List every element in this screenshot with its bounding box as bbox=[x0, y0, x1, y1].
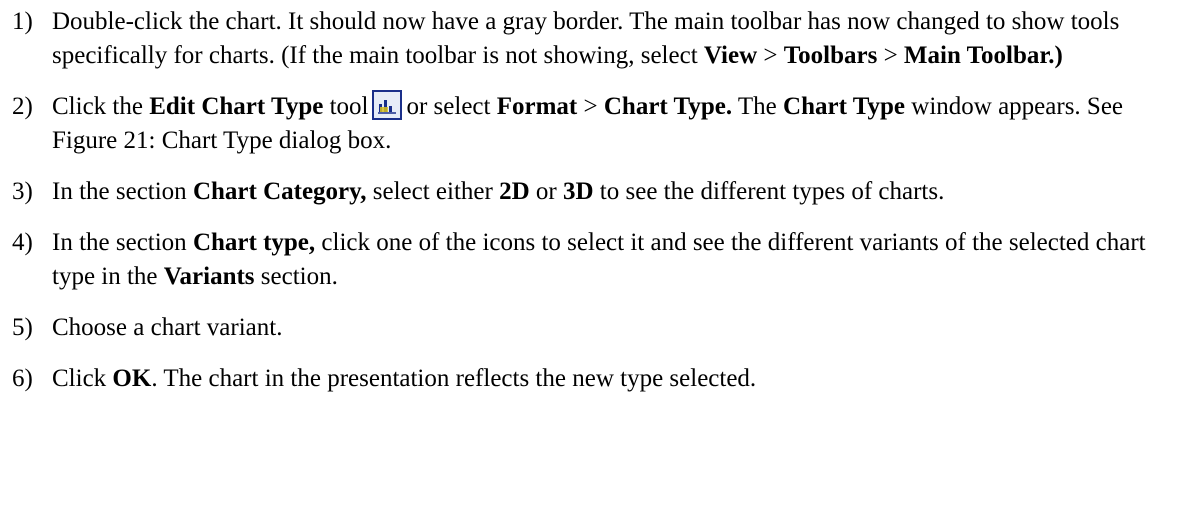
step-item: 6) Click OK. The chart in the presentatio… bbox=[12, 362, 1181, 396]
step-item: 4) In the section Chart type, click one o… bbox=[12, 226, 1181, 294]
ui-term: Main Toolbar.) bbox=[903, 42, 1063, 69]
text-run: > bbox=[577, 93, 604, 120]
step-number: 6) bbox=[12, 365, 33, 392]
text-run: to see the different types of charts. bbox=[593, 178, 945, 205]
text-run: or bbox=[529, 178, 563, 205]
step-item: 3) In the section Chart Category, select … bbox=[12, 175, 1181, 209]
ui-term: Chart Type bbox=[783, 93, 906, 120]
text-run: Click bbox=[52, 365, 113, 392]
ui-term: Chart type, bbox=[192, 229, 316, 256]
text-run: Click the bbox=[52, 93, 150, 120]
ui-term: Chart Category, bbox=[192, 178, 367, 205]
step-text: In the section Chart Category, select ei… bbox=[52, 175, 1167, 209]
text-run: or select bbox=[406, 93, 497, 120]
ui-term: View bbox=[703, 42, 758, 69]
text-run: tool bbox=[323, 93, 369, 120]
ui-term: OK bbox=[112, 365, 152, 392]
ui-term: 3D bbox=[562, 178, 594, 205]
ui-term: 2D bbox=[499, 178, 530, 205]
step-number: 4) bbox=[12, 229, 33, 256]
ui-term: Format bbox=[496, 93, 578, 120]
step-item: 5) Choose a chart variant. bbox=[12, 311, 1181, 345]
text-run: select either bbox=[366, 178, 500, 205]
text-run: The bbox=[732, 93, 784, 120]
step-number: 5) bbox=[12, 314, 33, 341]
instruction-page: 1) Double-click the chart. It should now … bbox=[0, 0, 1181, 521]
ui-term: Edit Chart Type bbox=[149, 93, 324, 120]
steps-list: 1) Double-click the chart. It should now … bbox=[12, 5, 1181, 396]
step-text: Choose a chart variant. bbox=[52, 311, 1167, 345]
step-text: Double-click the chart. It should now ha… bbox=[52, 5, 1167, 73]
step-text: In the section Chart type, click one of … bbox=[52, 226, 1167, 294]
ui-term: Variants bbox=[163, 263, 255, 290]
step-number: 3) bbox=[12, 178, 33, 205]
text-run: section. bbox=[254, 263, 338, 290]
step-item: 2) Click the Edit Chart Type tool or selec… bbox=[12, 90, 1181, 158]
step-item: 1) Double-click the chart. It should now … bbox=[12, 5, 1181, 73]
text-run: > bbox=[757, 42, 784, 69]
step-text: Click the Edit Chart Type tool or select … bbox=[52, 90, 1167, 158]
text-run: Choose a chart variant. bbox=[52, 314, 283, 341]
edit-chart-type-icon bbox=[372, 90, 403, 120]
ui-term: Toolbars bbox=[783, 42, 878, 69]
text-run: In the section bbox=[52, 178, 193, 205]
step-text: Click OK. The chart in the presentation … bbox=[52, 362, 1167, 396]
text-run: . The chart in the presentation reflects… bbox=[151, 365, 757, 392]
step-number: 2) bbox=[12, 93, 33, 120]
step-number: 1) bbox=[12, 8, 33, 35]
text-run: In the section bbox=[52, 229, 193, 256]
text-run: > bbox=[877, 42, 904, 69]
ui-term: Chart Type. bbox=[603, 93, 733, 120]
